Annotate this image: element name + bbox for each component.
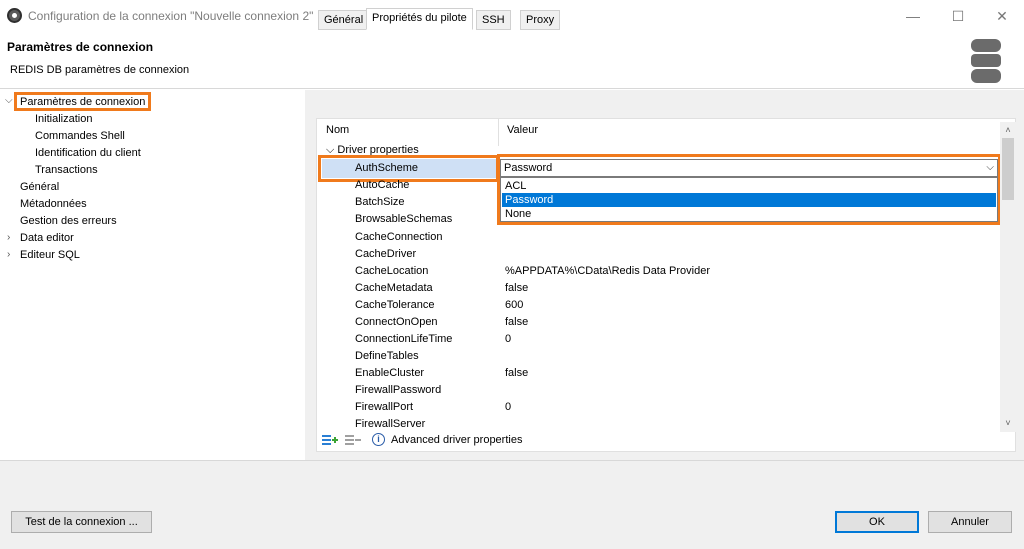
property-name[interactable]: AutoCache xyxy=(355,179,409,191)
remove-property-icon[interactable] xyxy=(345,434,361,446)
property-name[interactable]: ConnectionLifeTime xyxy=(355,333,452,345)
collapse-chevron-icon[interactable]: › xyxy=(7,249,10,260)
collapse-chevron-icon[interactable]: › xyxy=(7,232,10,243)
tab-general[interactable]: Général xyxy=(318,10,370,30)
highlight-box xyxy=(497,154,1001,225)
property-name[interactable]: EnableCluster xyxy=(355,367,424,379)
property-value[interactable]: false xyxy=(505,367,528,379)
tab-driver-properties[interactable]: Propriétés du pilote xyxy=(366,8,473,30)
column-divider xyxy=(498,118,499,146)
add-property-icon[interactable] xyxy=(322,434,338,446)
tree-item-connection-params[interactable]: Paramètres de connexion xyxy=(20,95,145,109)
property-value[interactable]: false xyxy=(505,282,528,294)
cancel-button[interactable]: Annuler xyxy=(928,511,1012,533)
header-divider xyxy=(0,88,1024,89)
advanced-driver-properties-label: Advanced driver properties xyxy=(391,434,523,446)
ok-button[interactable]: OK xyxy=(835,511,919,533)
tree-item-client-identification[interactable]: Identification du client xyxy=(35,146,141,160)
property-value[interactable]: 0 xyxy=(505,333,511,345)
scroll-down-icon[interactable]: ˅ xyxy=(1000,416,1016,430)
column-header-name[interactable]: Nom xyxy=(326,124,349,136)
app-icon xyxy=(7,8,22,23)
property-name[interactable]: FirewallPort xyxy=(355,401,413,413)
tree-item-transactions[interactable]: Transactions xyxy=(35,163,98,177)
tree-item-shell-commands[interactable]: Commandes Shell xyxy=(35,129,125,143)
column-header-value[interactable]: Valeur xyxy=(507,124,538,136)
property-name[interactable]: DefineTables xyxy=(355,350,419,362)
minimize-button[interactable]: — xyxy=(903,6,923,26)
page-title: Paramètres de connexion xyxy=(7,40,154,54)
property-name[interactable]: CacheConnection xyxy=(355,231,442,243)
tab-ssh[interactable]: SSH xyxy=(476,10,511,30)
maximize-button[interactable]: ☐ xyxy=(948,6,968,26)
info-icon: i xyxy=(372,433,385,446)
page-subtitle: REDIS DB paramètres de connexion xyxy=(10,64,190,76)
scroll-up-icon[interactable]: ˄ xyxy=(1000,123,1016,137)
tab-proxy[interactable]: Proxy xyxy=(520,10,561,30)
tree-item-general[interactable]: Général xyxy=(20,180,59,194)
window-title: Configuration de la connexion "Nouvelle … xyxy=(28,9,314,23)
dialog-footer xyxy=(0,461,1024,549)
tree-item-error-handling[interactable]: Gestion des erreurs xyxy=(20,214,117,228)
tree-item-sql-editor[interactable]: Editeur SQL xyxy=(20,248,80,262)
test-connection-button[interactable]: Test de la connexion ... xyxy=(11,511,152,533)
property-name[interactable]: BrowsableSchemas xyxy=(355,213,452,225)
tree-item-metadata[interactable]: Métadonnées xyxy=(20,197,87,211)
property-name[interactable]: CacheTolerance xyxy=(355,299,435,311)
dialog-header: Paramètres de connexion REDIS DB paramèt… xyxy=(0,32,1024,88)
property-name[interactable]: CacheMetadata xyxy=(355,282,433,294)
property-value[interactable]: %APPDATA%\CData\Redis Data Provider xyxy=(505,265,710,277)
property-value[interactable]: false xyxy=(505,316,528,328)
property-name[interactable]: FirewallServer xyxy=(355,418,425,430)
property-name[interactable]: CacheLocation xyxy=(355,265,428,277)
close-button[interactable]: ✕ xyxy=(992,6,1012,26)
property-name[interactable]: AuthScheme xyxy=(355,162,418,174)
title-bar: Configuration de la connexion "Nouvelle … xyxy=(0,0,1024,32)
property-value[interactable]: 600 xyxy=(505,299,523,311)
database-icon xyxy=(971,39,1001,83)
tree-item-initialization[interactable]: Initialization xyxy=(35,112,92,126)
property-name[interactable]: BatchSize xyxy=(355,196,405,208)
property-name[interactable]: CacheDriver xyxy=(355,248,416,260)
expand-chevron-icon[interactable]: ⌵ xyxy=(5,95,13,106)
property-value[interactable]: 0 xyxy=(505,401,511,413)
property-name[interactable]: ConnectOnOpen xyxy=(355,316,438,328)
tree-item-data-editor[interactable]: Data editor xyxy=(20,231,74,245)
scrollbar-thumb[interactable] xyxy=(1002,138,1014,200)
property-name[interactable]: FirewallPassword xyxy=(355,384,441,396)
connection-config-dialog: Configuration de la connexion "Nouvelle … xyxy=(0,0,1024,549)
